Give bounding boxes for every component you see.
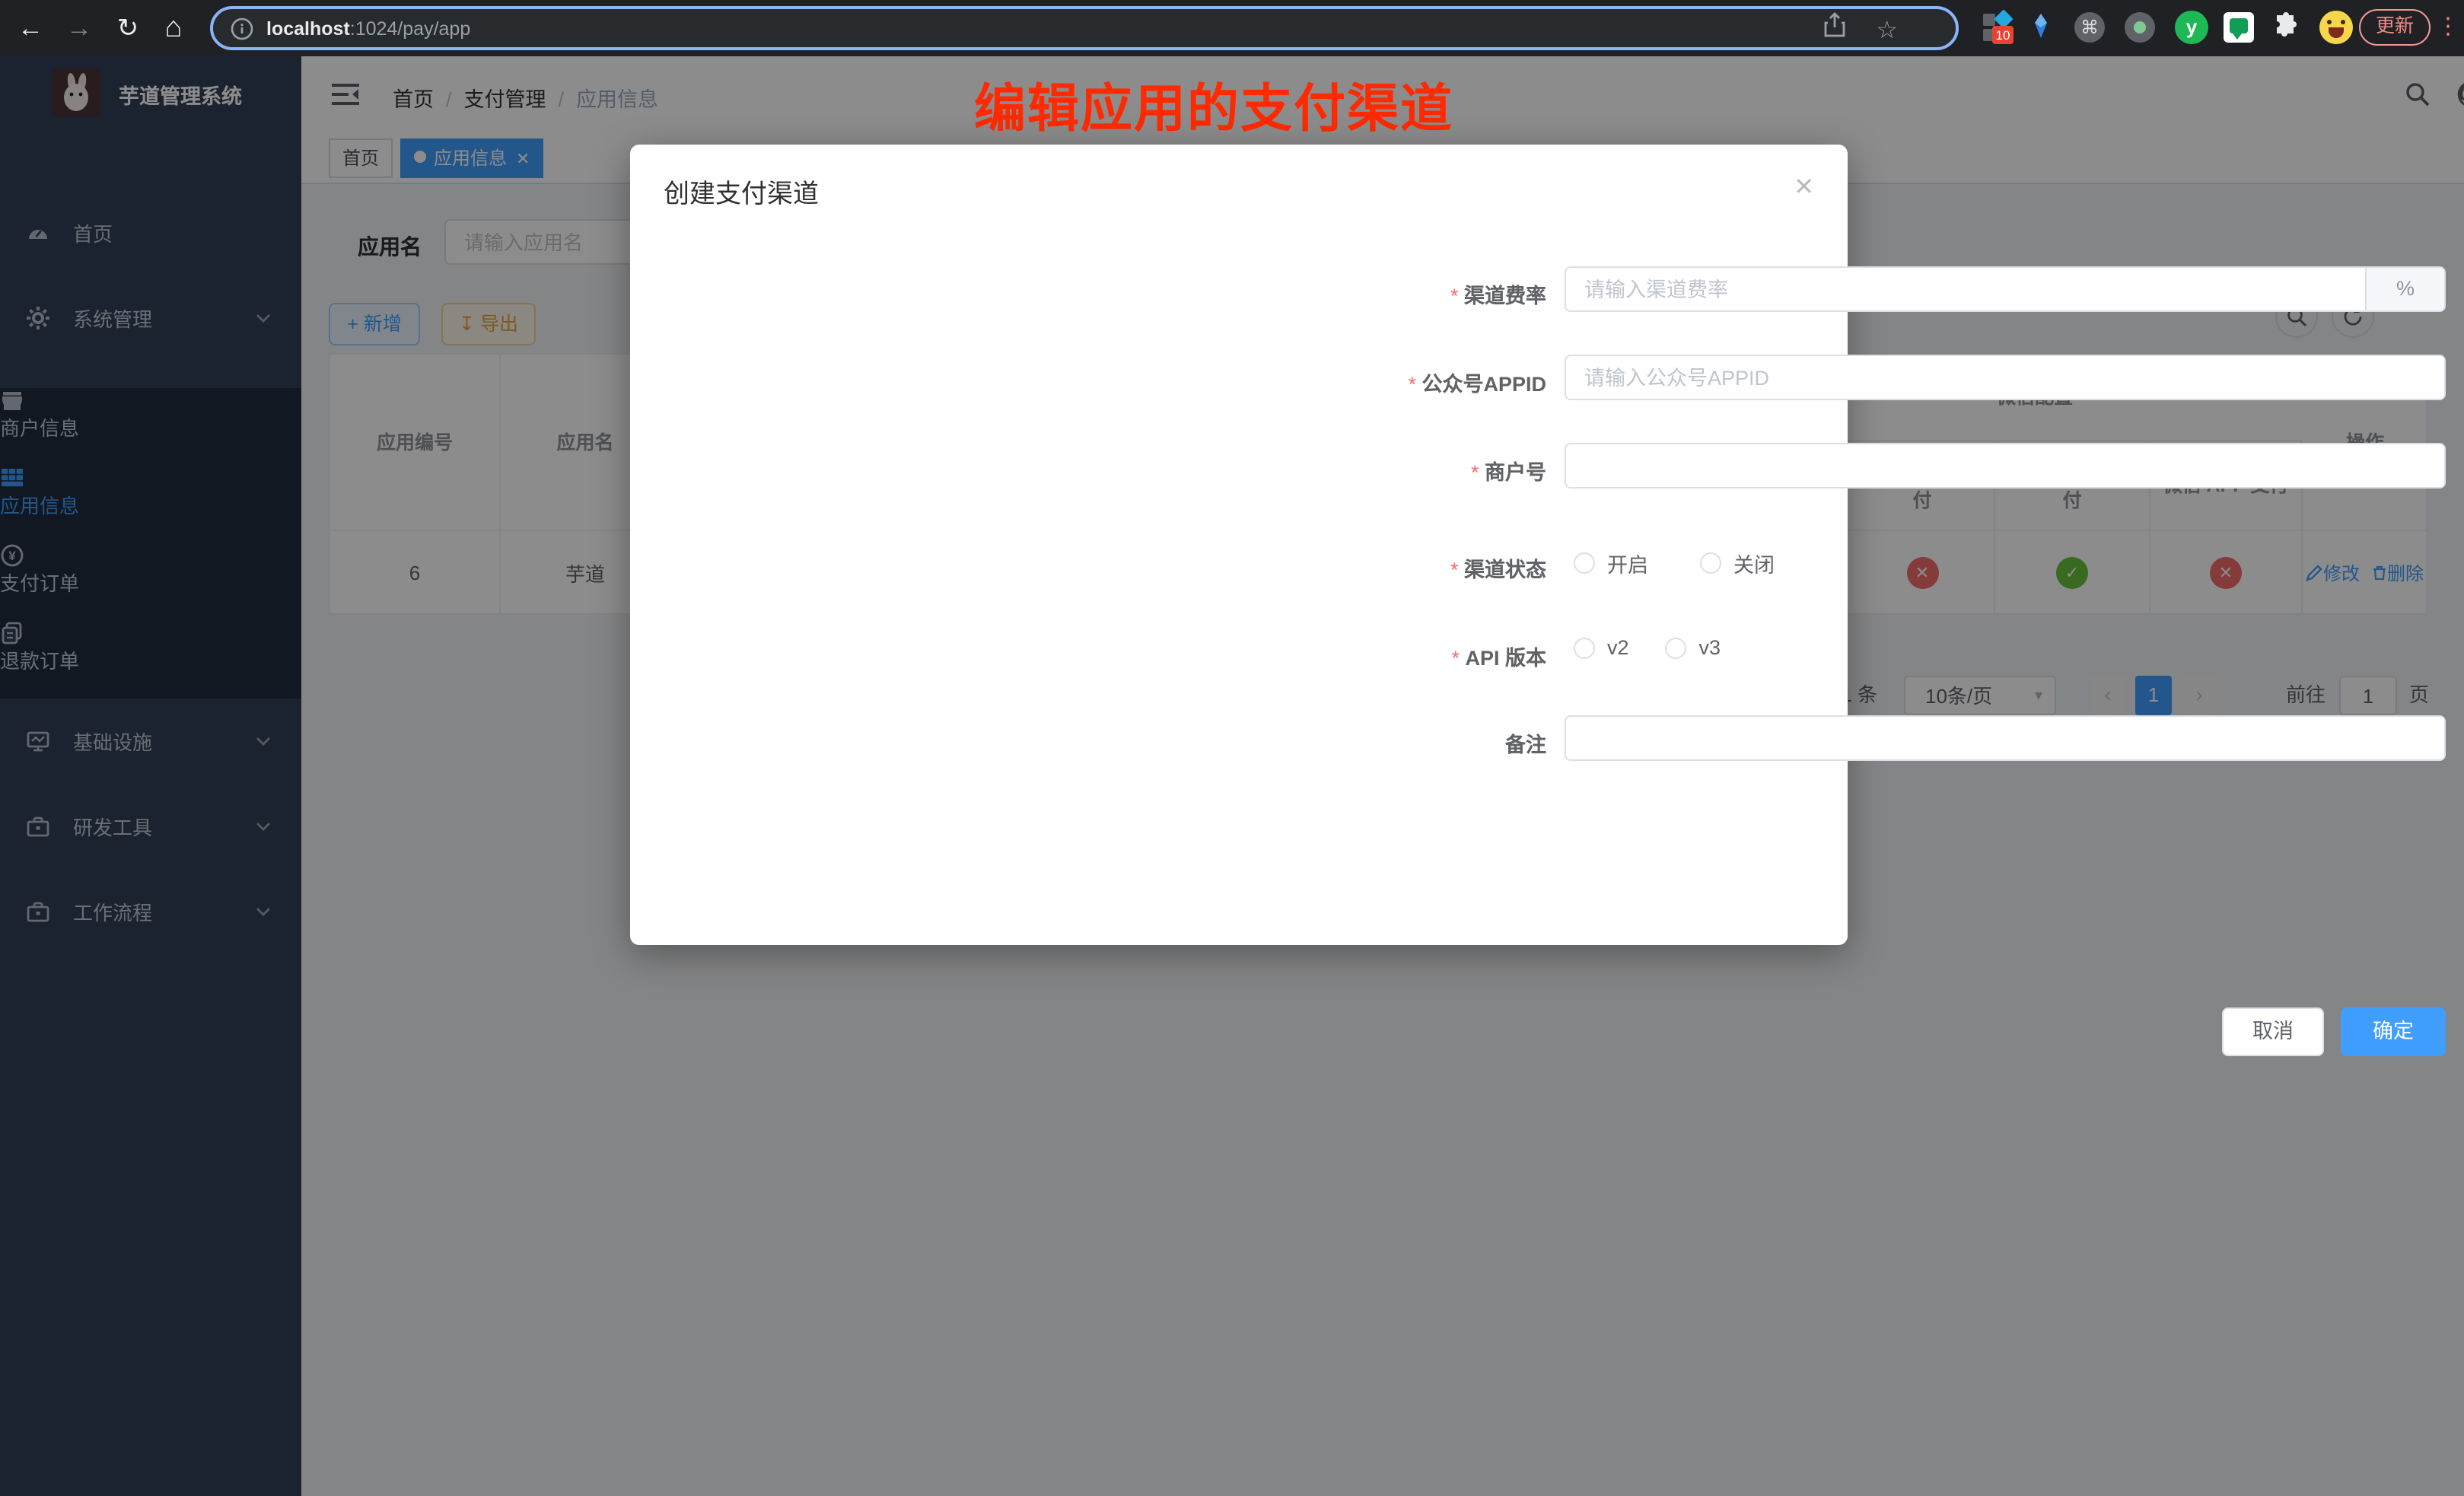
url-path: :1024/pay/app <box>350 18 471 39</box>
extension-chat-icon[interactable] <box>2224 12 2254 43</box>
share-icon[interactable] <box>1823 12 1846 50</box>
url-text[interactable]: localhost:1024/pay/app <box>266 18 470 39</box>
screen: ← → ↻ ⌂ localhost:1024/pay/app ☆ 10 ⌘ y <box>0 0 2464 1496</box>
extension-command-icon[interactable]: ⌘ <box>2074 12 2105 43</box>
radio-icon <box>1574 637 1595 658</box>
percent-suffix: % <box>2365 268 2444 310</box>
browser-forward-icon[interactable]: → <box>61 0 97 56</box>
rate-input[interactable] <box>1566 268 2365 310</box>
api-radio-group: v2 v3 <box>1574 636 1721 659</box>
bookmark-star-icon[interactable]: ☆ <box>1876 12 1898 50</box>
appid-input[interactable] <box>1565 355 2446 400</box>
api-version-label: API 版本 <box>1294 641 1546 671</box>
browser-toolbar: ← → ↻ ⌂ localhost:1024/pay/app ☆ 10 ⌘ y <box>0 0 2464 56</box>
url-host: localhost <box>266 18 350 39</box>
annotation-title: 编辑应用的支付渠道 <box>974 67 1552 142</box>
remark-label: 备注 <box>1294 727 1546 758</box>
radio-icon <box>1574 552 1595 574</box>
address-bar[interactable]: localhost:1024/pay/app ☆ <box>210 6 1959 50</box>
browser-home-icon[interactable]: ⌂ <box>155 0 192 56</box>
remark-input[interactable] <box>1565 715 2446 761</box>
rate-label: 渠道费率 <box>1294 279 1546 309</box>
extension-badge: 10 <box>1992 26 2014 44</box>
radio-label: 开启 <box>1607 548 1648 578</box>
radio-icon <box>1666 637 1687 658</box>
status-radio-group: 开启 关闭 <box>1574 548 1775 578</box>
profile-avatar-emoji[interactable] <box>2319 11 2353 44</box>
radio-api-v2[interactable]: v2 <box>1574 636 1629 659</box>
extensions-puzzle-icon[interactable] <box>2271 12 2301 43</box>
appid-label: 公众号APPID <box>1294 367 1546 397</box>
browser-back-icon[interactable]: ← <box>12 0 49 56</box>
radio-label: 关闭 <box>1733 548 1775 578</box>
extension-recorder-icon[interactable] <box>2125 12 2155 43</box>
site-info-icon[interactable] <box>230 16 254 40</box>
confirm-button[interactable]: 确定 <box>2341 1007 2446 1056</box>
radio-status-on[interactable]: 开启 <box>1574 548 1648 578</box>
radio-api-v3[interactable]: v3 <box>1666 636 1721 659</box>
create-pay-channel-dialog: 创建支付渠道 ✕ 渠道费率 % 公众号APPID 商户号 渠道状态 开启 关闭 … <box>630 145 1848 945</box>
radio-label: v2 <box>1607 636 1629 659</box>
rate-input-group: % <box>1565 266 2446 312</box>
dialog-close-icon[interactable]: ✕ <box>1794 172 1814 202</box>
browser-menu-icon[interactable]: ⋮ <box>2437 8 2459 47</box>
extension-balloon-icon[interactable] <box>2026 12 2056 43</box>
merchant-input[interactable] <box>1565 443 2446 489</box>
dialog-title: 创建支付渠道 <box>664 172 819 210</box>
radio-status-off[interactable]: 关闭 <box>1700 548 1775 578</box>
radio-label: v3 <box>1699 636 1721 659</box>
extension-tabs-icon[interactable]: 10 <box>1983 12 2014 43</box>
merchant-label: 商户号 <box>1294 455 1546 485</box>
browser-update-button[interactable]: 更新 <box>2359 9 2431 46</box>
extension-y-icon[interactable]: y <box>2175 11 2208 44</box>
status-label: 渠道状态 <box>1294 552 1546 583</box>
radio-icon <box>1700 552 1721 574</box>
browser-reload-icon[interactable]: ↻ <box>110 0 146 56</box>
cancel-button[interactable]: 取消 <box>2222 1007 2324 1056</box>
